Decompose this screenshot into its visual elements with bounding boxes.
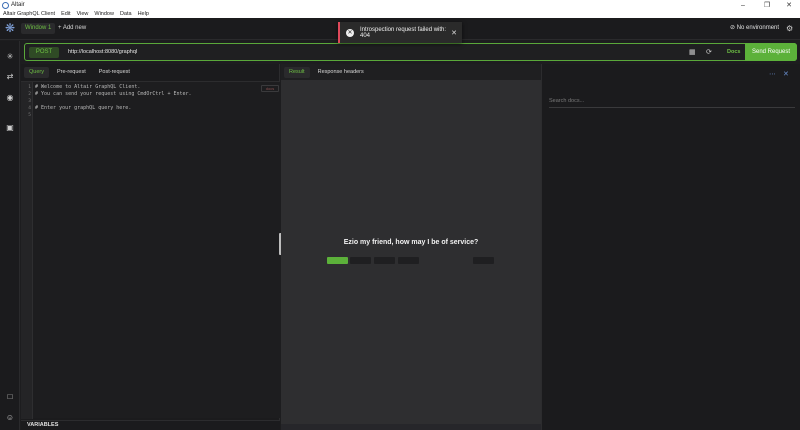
folder-icon[interactable]: □ <box>0 392 20 401</box>
eye-off-icon: ⊘ <box>730 25 736 31</box>
menu-help[interactable]: Help <box>138 11 149 17</box>
docs-close-icon[interactable]: ✕ <box>783 70 789 78</box>
line-number: 5 <box>28 113 31 118</box>
docs-pane: ⋯ ✕ <box>541 64 800 430</box>
more-options-icon[interactable]: ⋯ <box>769 70 776 78</box>
tab-post-request[interactable]: Post-request <box>94 67 135 78</box>
line-number: 2 <box>28 92 31 97</box>
altair-app-icon <box>2 1 9 9</box>
error-toast: ✕ Introspection request failed with: 404… <box>338 22 462 43</box>
result-pane: Result Response headers Ezio my friend, … <box>281 64 541 430</box>
docs-tag-badge[interactable]: docs <box>261 85 279 92</box>
result-footer <box>281 424 541 430</box>
menu-edit[interactable]: Edit <box>61 11 70 17</box>
save-icon[interactable]: ▦ <box>689 47 696 58</box>
line-number-gutter: 1 2 3 4 5 <box>21 82 33 419</box>
request-url-bar: POST http://localhost:8080/graphql ▦ ⟳ D… <box>24 43 797 61</box>
loading-skeleton-bar <box>327 257 348 264</box>
maximize-icon[interactable]: ❐ <box>756 0 778 10</box>
toast-close-icon[interactable]: ✕ <box>451 29 457 37</box>
reload-docs-icon[interactable]: ⟳ <box>706 47 712 58</box>
empty-result-greeting: Ezio my friend, how may I be of service? <box>343 239 479 246</box>
line-number: 1 <box>28 85 31 90</box>
menu-app[interactable]: Altair GraphQL Client <box>3 11 55 17</box>
query-editor[interactable]: 1 2 3 4 5 # Welcome to Altair GraphQL Cl… <box>21 81 280 419</box>
query-tabs: Query Pre-request Post-request <box>21 64 135 80</box>
result-tabs: Result Response headers <box>281 64 541 80</box>
menu-data[interactable]: Data <box>120 11 132 17</box>
error-icon: ✕ <box>346 28 354 37</box>
altair-logo-icon[interactable]: ❋ <box>5 22 17 34</box>
collections-briefcase-icon[interactable]: ▣ <box>0 123 20 132</box>
docs-search-input[interactable] <box>549 95 795 108</box>
loading-skeleton-bar <box>350 257 371 264</box>
tab-response-headers[interactable]: Response headers <box>313 67 369 78</box>
loading-skeleton-bar <box>398 257 419 264</box>
environment-selector[interactable]: ⊘ No environment <box>730 23 779 34</box>
menubar: Altair GraphQL Client Edit View Window D… <box>0 10 800 18</box>
close-window-icon[interactable]: ✕ <box>778 0 800 10</box>
line-number: 4 <box>28 106 31 111</box>
http-method-select[interactable]: POST <box>29 47 59 58</box>
tab-query[interactable]: Query <box>24 66 49 78</box>
loading-skeleton-bar <box>374 257 395 264</box>
minimize-icon[interactable]: – <box>732 0 754 10</box>
settings-gear-icon[interactable]: ⚙ <box>786 23 793 34</box>
variables-panel-header[interactable]: VARIABLES <box>21 420 280 430</box>
sparkle-icon[interactable]: ✳ <box>0 52 20 61</box>
menu-window[interactable]: Window <box>94 11 114 17</box>
tab-window-1[interactable]: Window 1 <box>21 23 56 34</box>
code-line: # Enter your graphQL query here. <box>35 105 132 111</box>
tab-result[interactable]: Result <box>284 66 310 78</box>
code-line: # Welcome to Altair GraphQL Client. <box>35 84 141 90</box>
query-pane: Query Pre-request Post-request 1 2 3 4 5… <box>21 64 280 430</box>
left-sidebar: ✳ ⇄ ◉ ▣ □ ☺ <box>0 41 20 430</box>
line-number: 3 <box>28 99 31 104</box>
subscription-icon[interactable]: ◉ <box>0 93 20 102</box>
send-request-button[interactable]: Send Request <box>745 43 797 61</box>
add-new-window-button[interactable]: + Add new <box>58 23 86 34</box>
window-titlebar: Altair – ❐ ✕ <box>0 0 800 10</box>
menu-view[interactable]: View <box>77 11 89 17</box>
tab-pre-request[interactable]: Pre-request <box>52 67 91 78</box>
docs-button[interactable]: Docs <box>727 47 740 58</box>
code-line: # You can send your request using CmdOrC… <box>35 91 192 97</box>
window-title: Altair <box>11 2 25 8</box>
url-input[interactable]: http://localhost:8080/graphql <box>68 47 137 58</box>
loading-skeleton-bar <box>473 257 494 264</box>
toast-message: Introspection request failed with: 404 <box>360 26 447 39</box>
user-account-icon[interactable]: ☺ <box>0 413 20 422</box>
environment-label: No environment <box>736 25 780 31</box>
variables-label: VARIABLES <box>27 422 59 428</box>
refresh-arrows-icon[interactable]: ⇄ <box>0 72 20 81</box>
